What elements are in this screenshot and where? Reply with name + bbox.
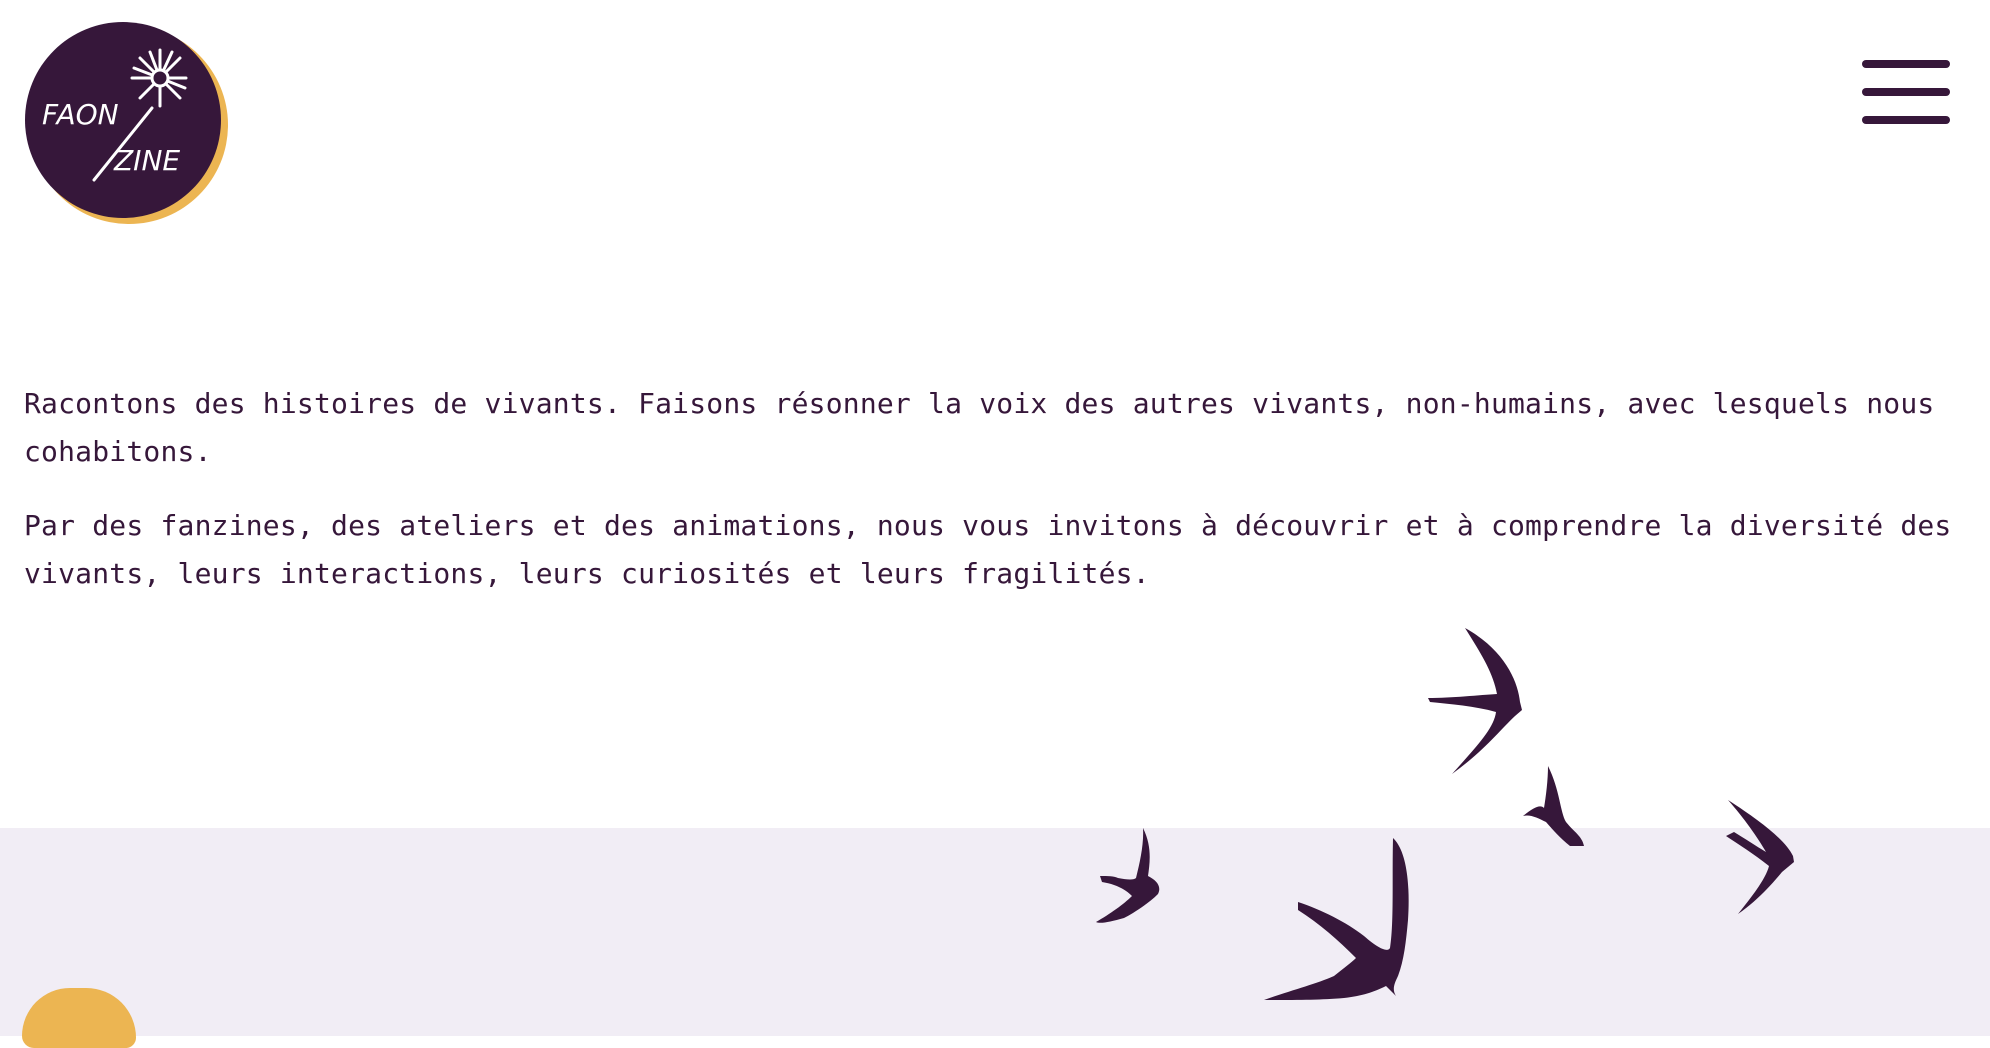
- menu-bar-top: [1862, 60, 1950, 68]
- logo-text-zine: ZINE: [113, 144, 180, 177]
- intro-paragraph-1: Racontons des histoires de vivants. Fais…: [24, 387, 1935, 468]
- intro-paragraph-2: Par des fanzines, des ateliers et des an…: [24, 509, 1952, 590]
- hamburger-menu-icon[interactable]: [1860, 56, 1952, 128]
- menu-bar-bottom: [1862, 116, 1950, 124]
- lavender-band: [0, 828, 1990, 1036]
- logo-text-faon: FAON: [42, 98, 119, 131]
- menu-bar-middle: [1862, 88, 1950, 96]
- swift-bird-icon: [1428, 628, 1522, 774]
- intro-section: Racontons des histoires de vivants. Fais…: [24, 380, 1954, 624]
- faon-zine-logo[interactable]: FAON ZINE: [24, 22, 230, 228]
- logo-circle-icon: FAON ZINE: [25, 22, 228, 224]
- site-header: FAON ZINE: [0, 0, 1990, 240]
